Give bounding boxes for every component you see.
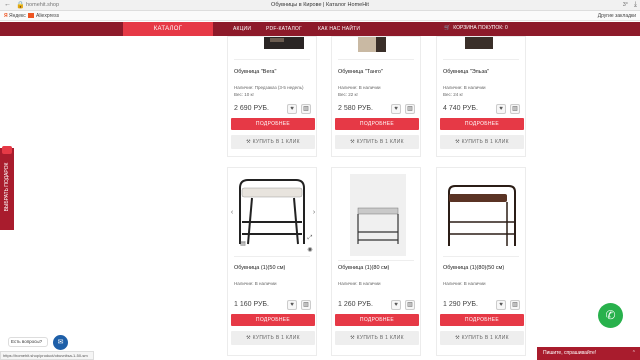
details-button[interactable]: ПОДРОБНЕЕ xyxy=(335,314,419,326)
download-icon[interactable]: ⤓ xyxy=(634,1,637,9)
aliexpress-icon xyxy=(28,13,34,18)
bookmark-yandex[interactable]: Я Яндекс xyxy=(4,13,26,19)
gift-icon xyxy=(2,146,12,154)
address-bar[interactable]: homehit.shop xyxy=(26,2,59,8)
product-name[interactable]: Обувница "Вега" xyxy=(234,69,276,75)
lock-icon: 🔒 xyxy=(16,2,25,9)
product-availability: Наличие: В наличии xyxy=(338,281,381,286)
separator xyxy=(338,59,414,60)
compare-icon[interactable]: ▥ xyxy=(405,300,415,310)
photo-icon[interactable]: ▤ xyxy=(238,240,248,250)
compare-icon[interactable]: ▥ xyxy=(301,104,311,114)
product-image[interactable] xyxy=(232,176,312,248)
compare-icon[interactable]: ▥ xyxy=(405,104,415,114)
buy-one-click-button[interactable]: ⚒ КУПИТЬ В 1 КЛИК xyxy=(335,135,419,149)
write-us-bar[interactable]: Пишите, спрашивайте! ⌃ xyxy=(537,347,640,360)
product-name[interactable]: Обувница (1)(50 см) xyxy=(234,265,285,271)
heart-icon[interactable]: ♥ xyxy=(287,104,297,114)
view-icon[interactable]: ◉ xyxy=(305,246,315,256)
details-button[interactable]: ПОДРОБНЕЕ xyxy=(440,314,524,326)
compare-icon[interactable]: ▥ xyxy=(510,104,520,114)
product-card: Обувница (1)(80)(50 см) Наличие: В налич… xyxy=(436,167,526,356)
chevron-up-icon: ⌃ xyxy=(631,350,636,356)
product-card: Обувница "Вега" Наличие: Предзаказ (3-5 … xyxy=(227,36,317,157)
product-price: 1 160 РУБ. xyxy=(234,301,269,308)
catalog-button[interactable]: КАТАЛОГ xyxy=(123,22,213,36)
details-button[interactable]: ПОДРОБНЕЕ xyxy=(335,118,419,130)
separator xyxy=(234,256,310,257)
compare-icon[interactable]: ▥ xyxy=(301,300,311,310)
product-availability: Наличие: В наличии xyxy=(338,85,381,90)
back-arrow-icon[interactable]: ← xyxy=(4,1,11,8)
product-image[interactable] xyxy=(358,37,386,53)
other-bookmarks[interactable]: Другие закладки xyxy=(598,13,636,19)
details-button[interactable]: ПОДРОБНЕЕ xyxy=(231,314,315,326)
compare-icon[interactable]: ▥ xyxy=(510,300,520,310)
product-name[interactable]: Обувница "Эльза" xyxy=(443,69,489,75)
separator xyxy=(443,256,519,257)
chat-icon[interactable]: ✉ xyxy=(53,335,68,350)
product-image[interactable] xyxy=(443,182,521,250)
chat-prompt-bubble[interactable]: Есть вопросы? xyxy=(8,337,48,347)
zoom-icon[interactable]: ⤢ xyxy=(305,234,315,244)
heart-icon[interactable]: ♥ xyxy=(287,300,297,310)
details-button[interactable]: ПОДРОБНЕЕ xyxy=(440,118,524,130)
product-weight: Вес: 10 кг xyxy=(234,92,255,97)
yandex-icon: Я xyxy=(4,13,8,19)
buy-one-click-button[interactable]: ⚒ КУПИТЬ В 1 КЛИК xyxy=(231,135,315,149)
nav-link-find-us[interactable]: КАК НАС НАЙТИ xyxy=(318,26,360,32)
gift-tab-label: ВЫБРАТЬ ПОДАРОК xyxy=(4,162,10,212)
heart-icon[interactable]: ♥ xyxy=(496,104,506,114)
status-url: https://homehit.shop/product/obuvnitsa-1… xyxy=(0,351,94,360)
nav-link-pdf-catalog[interactable]: PDF-КАТАЛОГ xyxy=(266,26,302,32)
heart-icon[interactable]: ♥ xyxy=(391,300,401,310)
product-name[interactable]: Обувница "Танго" xyxy=(338,69,383,75)
product-image[interactable] xyxy=(264,37,304,51)
page-title: Обувницы в Кирове | Каталог HomeHit xyxy=(271,2,369,8)
weather-indicator: 3° xyxy=(622,2,628,8)
product-weight: Вес: 22 кг xyxy=(338,92,359,97)
browser-toolbar: ← 🔒 homehit.shop Обувницы в Кирове | Кат… xyxy=(0,0,640,11)
site-navbar: КАТАЛОГ АКЦИИ PDF-КАТАЛОГ КАК НАС НАЙТИ … xyxy=(0,22,640,36)
product-card: Обувница "Танго" Наличие: В наличии Вес:… xyxy=(331,36,421,157)
product-price: 1 260 РУБ. xyxy=(338,301,373,308)
product-availability: Наличие: В наличии xyxy=(234,281,277,286)
product-availability: Наличие: Предзаказ (3-5 недель) xyxy=(234,85,304,90)
separator xyxy=(443,59,519,60)
cart-link[interactable]: 🛒 КОРЗИНА ПОКУПОК: 0 xyxy=(444,25,508,31)
gift-side-tab[interactable]: ВЫБРАТЬ ПОДАРОК xyxy=(0,146,14,230)
product-card: ‹ › ⤢ ◉ ▤ Обувница (1)(50 см) Наличие: В… xyxy=(227,167,317,356)
details-button[interactable]: ПОДРОБНЕЕ xyxy=(231,118,315,130)
buy-one-click-button[interactable]: ⚒ КУПИТЬ В 1 КЛИК xyxy=(440,135,524,149)
product-price: 1 290 РУБ. xyxy=(443,301,478,308)
buy-one-click-button[interactable]: ⚒ КУПИТЬ В 1 КЛИК xyxy=(335,331,419,345)
bookmark-aliexpress[interactable]: Aliexpress xyxy=(28,13,59,19)
cart-icon: 🛒 xyxy=(444,25,451,31)
product-price: 4 740 РУБ. xyxy=(443,105,478,112)
product-availability: Наличие: В наличии xyxy=(443,85,486,90)
product-image[interactable] xyxy=(350,174,406,256)
separator xyxy=(234,59,310,60)
nav-link-promotions[interactable]: АКЦИИ xyxy=(233,26,251,32)
separator xyxy=(338,260,414,261)
product-price: 2 580 РУБ. xyxy=(338,105,373,112)
heart-icon[interactable]: ♥ xyxy=(391,104,401,114)
product-card: Обувница "Эльза" Наличие: В наличии Вес:… xyxy=(436,36,526,157)
buy-one-click-button[interactable]: ⚒ КУПИТЬ В 1 КЛИК xyxy=(440,331,524,345)
bookmarks-bar: Я Яндекс Aliexpress Другие закладки xyxy=(0,11,640,21)
product-card: Обувница (1)(80 см) Наличие: В наличии 1… xyxy=(331,167,421,356)
whatsapp-icon[interactable]: ✆ xyxy=(598,303,623,328)
product-name[interactable]: Обувница (1)(80)(50 см) xyxy=(443,265,504,271)
heart-icon[interactable]: ♥ xyxy=(496,300,506,310)
product-name[interactable]: Обувница (1)(80 см) xyxy=(338,265,389,271)
product-weight: Вес: 24 кг xyxy=(443,92,464,97)
product-availability: Наличие: В наличии xyxy=(443,281,486,286)
product-price: 2 690 РУБ. xyxy=(234,105,269,112)
product-image[interactable] xyxy=(465,37,493,51)
buy-one-click-button[interactable]: ⚒ КУПИТЬ В 1 КЛИК xyxy=(231,331,315,345)
